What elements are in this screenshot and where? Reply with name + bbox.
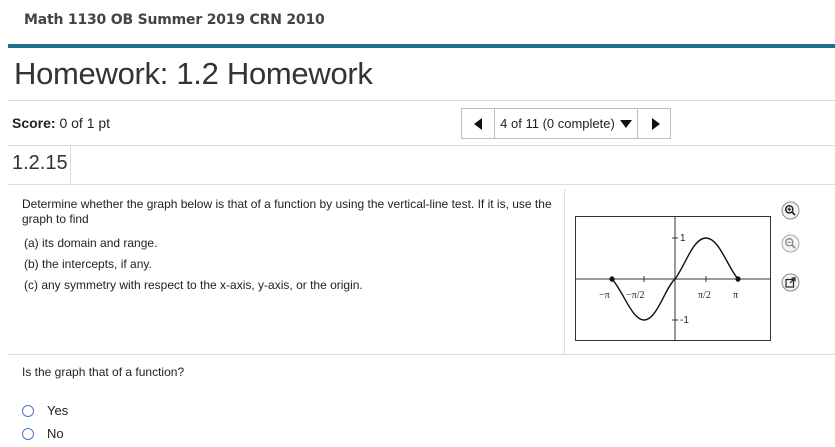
homework-title: Homework: 1.2 Homework [14,56,373,91]
question-part-b: (b) the intercepts, if any. [24,257,152,271]
x-tick-label-half-pi: π/2 [698,290,711,301]
popout-button[interactable] [781,273,800,292]
question-part-c: (c) any symmetry with respect to the x-a… [24,278,363,292]
question-selector[interactable]: 4 of 11 (0 complete) [494,108,638,139]
score-value: 0 of 1 pt [59,115,111,131]
divider [8,354,835,355]
divider [8,145,835,146]
divider [8,184,835,185]
question-number-divider [70,146,71,184]
radio-yes[interactable] [22,404,34,417]
option-no-label: No [47,426,64,441]
question-prompt: Determine whether the graph below is tha… [22,197,552,226]
followup-question: Is the graph that of a function? [22,365,185,379]
option-yes-label: Yes [47,403,69,418]
endpoint-left [609,276,615,282]
x-tick-label-neg-pi: −π [599,290,610,301]
y-tick-label-1: 1 [680,233,686,244]
zoom-out-button[interactable] [781,234,800,253]
x-tick-label-pi: π [733,290,738,301]
x-tick-label-neg-half-pi: −π/2 [626,290,644,301]
function-graph: 1 -1 −π −π/2 π/2 π [575,216,771,341]
score-label: Score: [12,115,56,131]
option-yes[interactable]: Yes [22,403,68,418]
previous-question-button[interactable] [461,108,495,139]
arrow-right-icon [652,118,660,130]
caret-down-icon [619,119,632,128]
arrow-left-icon [474,118,482,130]
radio-no[interactable] [22,427,34,440]
endpoint-right [735,276,741,282]
header-rule [8,44,835,48]
question-progress: 4 of 11 (0 complete) [500,116,615,131]
y-tick-label-neg1: -1 [680,315,689,326]
option-no[interactable]: No [22,426,64,441]
course-title: Math 1130 OB Summer 2019 CRN 2010 [24,12,325,28]
next-question-button[interactable] [637,108,671,139]
zoom-in-button[interactable] [781,201,800,220]
question-part-a: (a) its domain and range. [24,236,158,250]
score: Score: 0 of 1 pt [12,115,110,131]
divider [8,100,835,101]
question-number: 1.2.15 [12,152,68,174]
